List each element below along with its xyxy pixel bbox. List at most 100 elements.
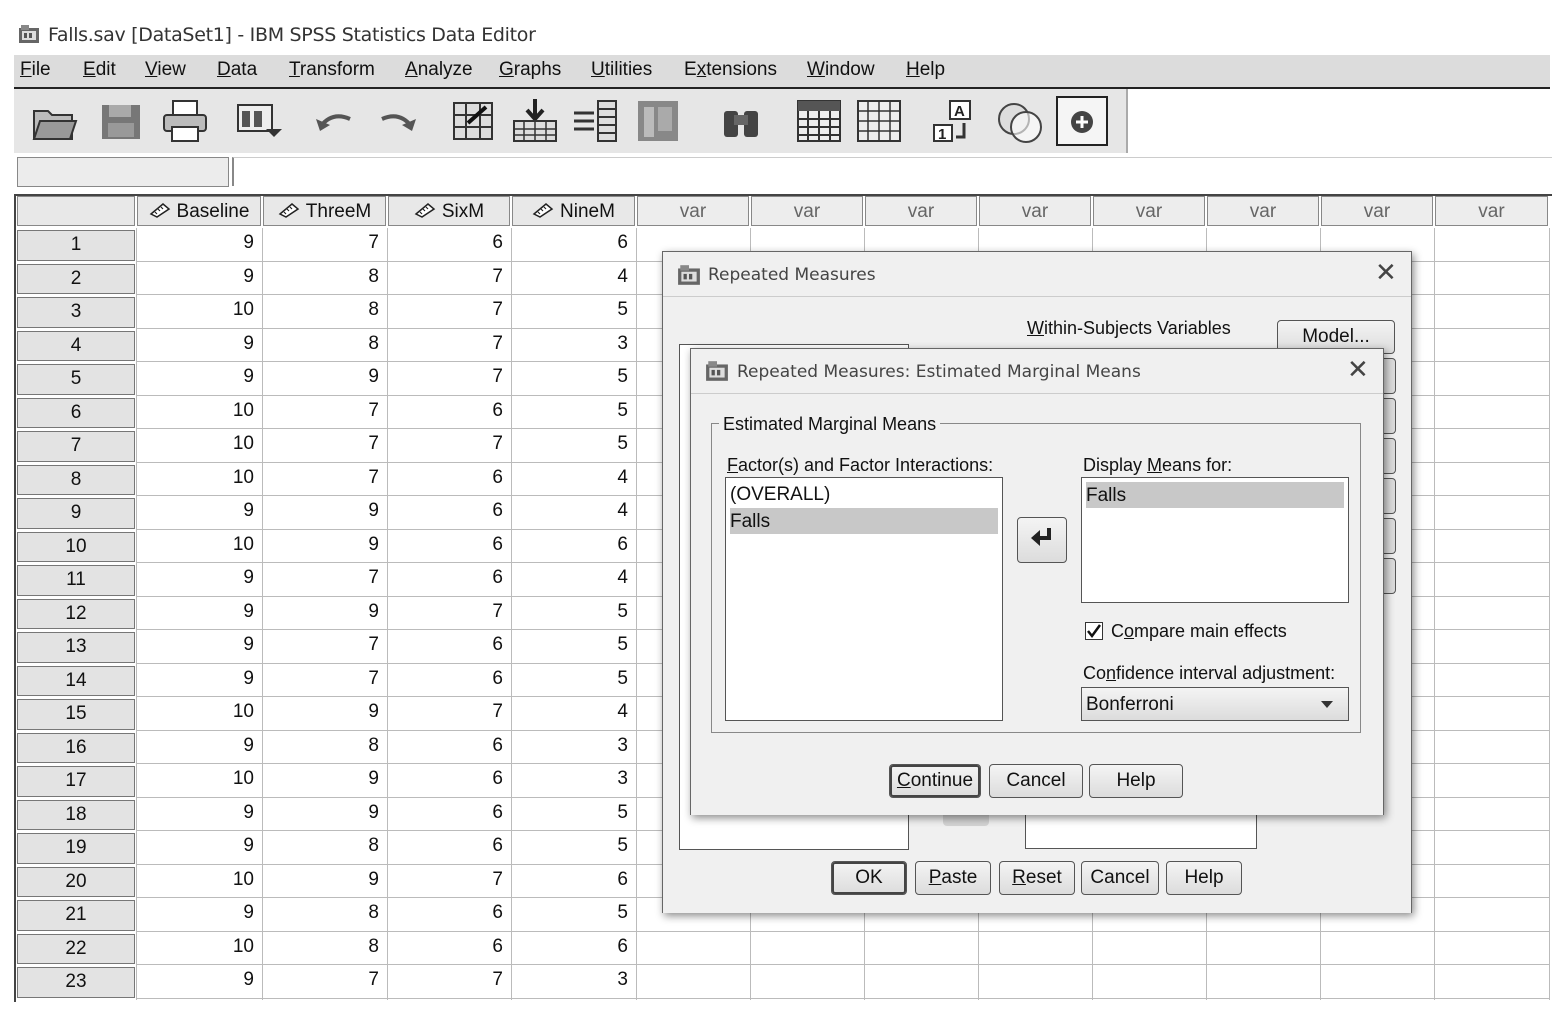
menu-window[interactable]: Window <box>807 59 875 81</box>
data-cell[interactable]: 6 <box>512 534 636 556</box>
menu-graphs[interactable]: Graphs <box>499 59 561 81</box>
data-cell[interactable]: 9 <box>263 768 387 790</box>
row-header[interactable]: 2 <box>17 263 135 294</box>
column-header-var[interactable]: var <box>1207 196 1319 226</box>
select-cases-icon[interactable] <box>994 97 1044 145</box>
menu-data[interactable]: Data <box>217 59 257 81</box>
menu-help[interactable]: Help <box>906 59 945 81</box>
emm-close-icon[interactable]: ✕ <box>1347 355 1369 385</box>
data-cell[interactable]: 7 <box>388 366 511 388</box>
row-header[interactable]: 12 <box>17 598 135 629</box>
data-cell[interactable]: 5 <box>512 299 636 321</box>
data-cell[interactable]: 4 <box>512 266 636 288</box>
cell-name-box[interactable] <box>17 157 229 187</box>
data-cell[interactable]: 7 <box>388 333 511 355</box>
menu-file[interactable]: File <box>20 59 51 81</box>
row-header[interactable]: 18 <box>17 799 135 830</box>
print-icon[interactable] <box>160 97 210 145</box>
row-header[interactable]: 19 <box>17 833 135 864</box>
data-cell[interactable]: 3 <box>512 333 636 355</box>
find-icon[interactable] <box>716 97 766 145</box>
row-header[interactable]: 4 <box>17 330 135 361</box>
data-cell[interactable]: 10 <box>137 400 262 422</box>
row-header[interactable]: 6 <box>17 397 135 428</box>
data-cell[interactable]: 4 <box>512 701 636 723</box>
data-cell[interactable]: 5 <box>512 668 636 690</box>
emm-cancel-button[interactable]: Cancel <box>989 764 1083 798</box>
goto-case-icon[interactable] <box>448 97 498 145</box>
column-header-baseline[interactable]: Baseline <box>137 196 261 226</box>
column-header-var[interactable]: var <box>637 196 749 226</box>
row-header[interactable]: 9 <box>17 498 135 529</box>
data-cell[interactable]: 7 <box>388 299 511 321</box>
row-header[interactable]: 10 <box>17 531 135 562</box>
factor-item-falls[interactable]: Falls <box>730 508 998 534</box>
data-cell[interactable]: 9 <box>137 735 262 757</box>
redo-icon[interactable] <box>372 97 422 145</box>
data-cell[interactable]: 9 <box>263 869 387 891</box>
data-cell[interactable]: 7 <box>388 433 511 455</box>
row-header[interactable]: 3 <box>17 297 135 328</box>
data-cell[interactable]: 3 <box>512 969 636 991</box>
column-header-threem[interactable]: ThreeM <box>263 196 386 226</box>
rm-help-button[interactable]: Help <box>1166 861 1242 895</box>
data-cell[interactable]: 9 <box>137 902 262 924</box>
data-cell[interactable]: 7 <box>388 869 511 891</box>
data-cell[interactable]: 7 <box>263 433 387 455</box>
menu-extensions[interactable]: Extensions <box>684 59 777 81</box>
data-cell[interactable]: 6 <box>388 634 511 656</box>
data-cell[interactable]: 8 <box>263 735 387 757</box>
data-cell[interactable]: 7 <box>263 467 387 489</box>
data-cell[interactable]: 3 <box>512 735 636 757</box>
data-cell[interactable]: 7 <box>388 266 511 288</box>
data-cell[interactable]: 7 <box>263 400 387 422</box>
data-cell[interactable]: 6 <box>388 668 511 690</box>
data-cell[interactable]: 7 <box>388 601 511 623</box>
data-cell[interactable]: 8 <box>263 299 387 321</box>
column-header-ninem[interactable]: NineM <box>512 196 635 226</box>
data-cell[interactable]: 10 <box>137 534 262 556</box>
row-header[interactable]: 5 <box>17 364 135 395</box>
data-cell[interactable]: 4 <box>512 567 636 589</box>
undo-icon[interactable] <box>310 97 360 145</box>
row-header[interactable]: 23 <box>17 967 135 998</box>
menu-utilities[interactable]: Utilities <box>591 59 652 81</box>
data-cell[interactable]: 8 <box>263 902 387 924</box>
data-cell[interactable]: 9 <box>137 333 262 355</box>
cell-editor-input[interactable] <box>232 157 1552 186</box>
data-cell[interactable]: 9 <box>137 969 262 991</box>
data-cell[interactable]: 9 <box>137 601 262 623</box>
data-cell[interactable]: 5 <box>512 433 636 455</box>
reset-button[interactable]: Reset <box>999 861 1075 895</box>
menu-view[interactable]: View <box>145 59 186 81</box>
data-cell[interactable]: 6 <box>388 400 511 422</box>
data-cell[interactable]: 6 <box>388 835 511 857</box>
data-cell[interactable]: 9 <box>263 701 387 723</box>
data-cell[interactable]: 6 <box>388 567 511 589</box>
data-cell[interactable]: 10 <box>137 768 262 790</box>
row-header[interactable]: 11 <box>17 565 135 596</box>
data-cell[interactable]: 5 <box>512 601 636 623</box>
run-descriptives-icon[interactable] <box>634 97 684 145</box>
row-header[interactable]: 14 <box>17 665 135 696</box>
insert-variable-icon[interactable] <box>854 97 904 145</box>
insert-cases-icon[interactable] <box>794 97 844 145</box>
column-header-var[interactable]: var <box>751 196 863 226</box>
data-cell[interactable]: 5 <box>512 366 636 388</box>
data-cell[interactable]: 9 <box>263 601 387 623</box>
data-cell[interactable]: 7 <box>388 701 511 723</box>
data-cell[interactable]: 9 <box>137 802 262 824</box>
factors-listbox[interactable]: (OVERALL) Falls <box>725 477 1003 721</box>
data-cell[interactable]: 6 <box>388 500 511 522</box>
row-header[interactable]: 1 <box>17 230 135 261</box>
column-header-var[interactable]: var <box>1093 196 1205 226</box>
data-cell[interactable]: 9 <box>263 802 387 824</box>
emm-help-button[interactable]: Help <box>1089 764 1183 798</box>
value-labels-icon[interactable] <box>1056 96 1108 146</box>
data-cell[interactable]: 7 <box>388 969 511 991</box>
data-cell[interactable]: 7 <box>263 969 387 991</box>
data-cell[interactable]: 9 <box>137 500 262 522</box>
data-cell[interactable]: 7 <box>263 232 387 254</box>
dialog-recall-icon[interactable] <box>232 97 282 145</box>
move-arrow-button[interactable] <box>1017 517 1067 563</box>
